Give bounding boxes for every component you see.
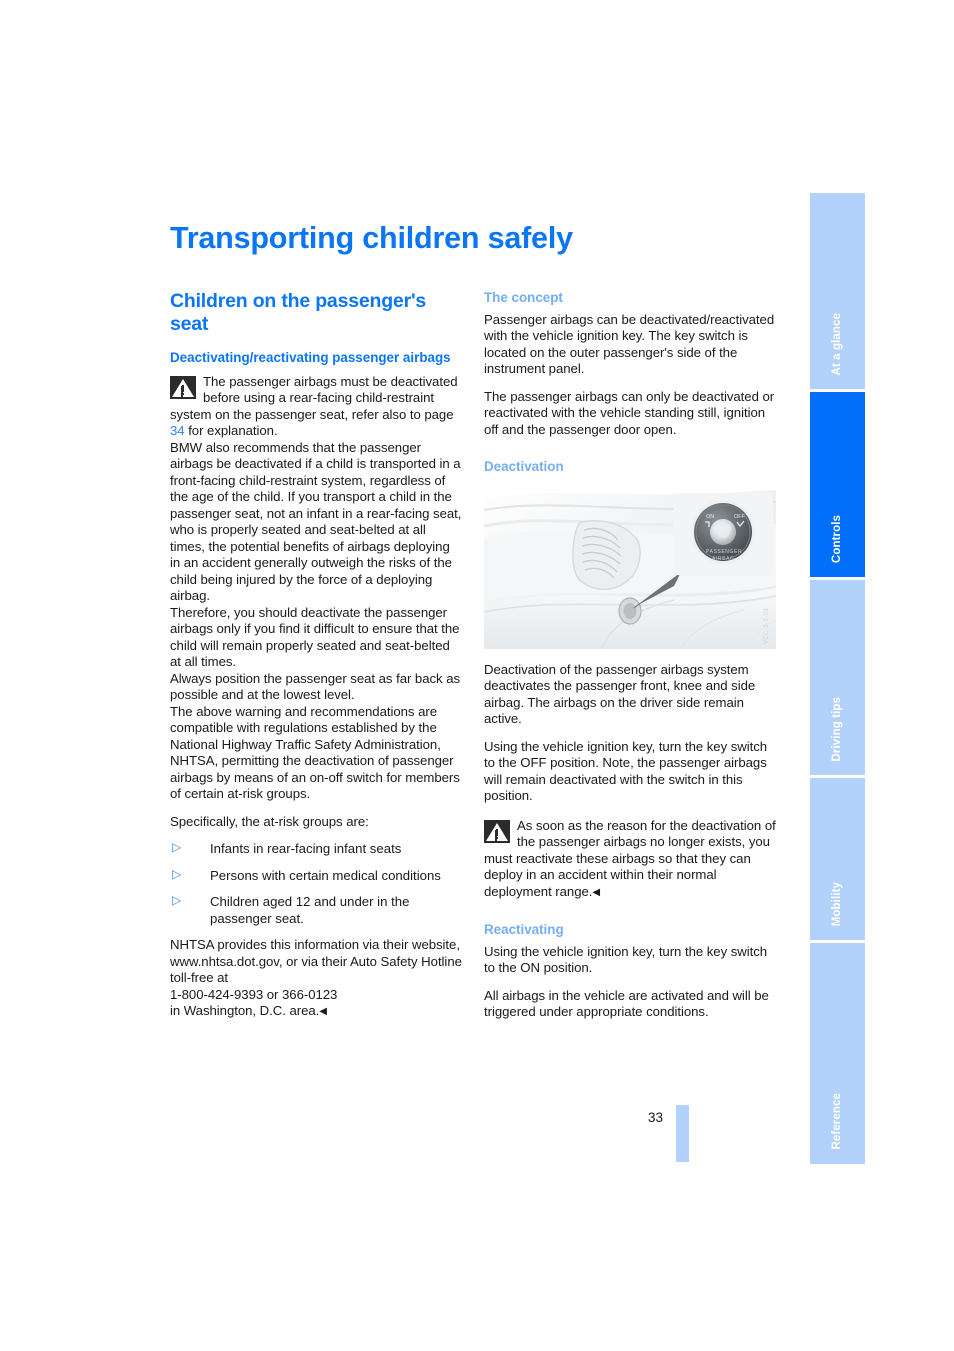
- sub-heading: Deactivating/reactivating passenger airb…: [170, 350, 451, 365]
- triangle-bullet-icon: [172, 866, 181, 882]
- list-item-label: Infants in rear-facing infant seats: [210, 841, 402, 856]
- nhtsa-phone: 1-800-424-9393 or 366-0123: [170, 986, 338, 1002]
- deactivation-heading: Deactivation: [484, 459, 564, 474]
- manual-page: Transporting children safely Children on…: [0, 0, 954, 1351]
- sidebar-item-label: Driving tips: [831, 696, 843, 761]
- concept-heading: The concept: [484, 290, 563, 305]
- warning-block-right: As soon as the reason for the deactivati…: [484, 818, 776, 902]
- instrument-panel-key-switch-illustration: ON OFF PASSENGER AIRBAG VCC-2-3-03: [484, 485, 776, 649]
- sidebar-item-at-a-glance[interactable]: At a glance: [810, 193, 865, 389]
- paragraph-nhtsa-contact: NHTSA provides this information via thei…: [170, 937, 462, 1021]
- end-mark-icon: ◀: [592, 886, 601, 898]
- at-risk-groups-list: Infants in rear-facing infant seats Pers…: [170, 839, 462, 927]
- list-intro: Specifically, the at-risk groups are:: [170, 813, 369, 829]
- svg-text:AIRBAG: AIRBAG: [712, 556, 735, 562]
- warning-text: The passenger airbags must be deactivate…: [170, 374, 462, 440]
- sidebar-item-label: At a glance: [831, 312, 843, 375]
- page-number-bar: [676, 1105, 689, 1162]
- list-item: Children aged 12 and under in the passen…: [170, 892, 462, 927]
- figure-graphic: ON OFF PASSENGER AIRBAG: [484, 485, 776, 649]
- sidebar-item-label: Reference: [831, 1093, 843, 1150]
- right-column: The concept Passenger airbags can be dea…: [484, 290, 776, 1021]
- paragraph-deactivation-2: Using the vehicle ignition key, turn the…: [484, 738, 768, 804]
- list-item-label: Persons with certain medical conditions: [210, 867, 441, 883]
- reactivating-heading: Reactivating: [484, 922, 564, 937]
- warning-text: As soon as the reason for the deactivati…: [484, 818, 776, 902]
- list-item: Infants in rear-facing infant seats: [170, 839, 462, 858]
- warning-text-part2: for explanation.: [184, 423, 278, 438]
- paragraph-concept-1: Passenger airbags can be deactivated/rea…: [484, 311, 775, 377]
- paragraph-reactivating-2: All airbags in the vehicle are activated…: [484, 987, 769, 1020]
- page-reference-link[interactable]: 34: [170, 423, 185, 438]
- svg-text:PASSENGER: PASSENGER: [706, 549, 742, 555]
- paragraph-nhtsa-regulations: The above warning and recommendations ar…: [170, 703, 460, 802]
- paragraph-reactivating-1: Using the vehicle ignition key, turn the…: [484, 943, 768, 976]
- sidebar-item-driving-tips[interactable]: Driving tips: [810, 580, 865, 775]
- warning-text-body: As soon as the reason for the deactivati…: [484, 817, 776, 899]
- warning-block-left: The passenger airbags must be deactivate…: [170, 374, 462, 440]
- sidebar-item-mobility[interactable]: Mobility: [810, 778, 865, 940]
- left-column: Children on the passenger's seat Deactiv…: [170, 290, 462, 1021]
- sidebar-item-label: Controls: [831, 514, 843, 563]
- warning-text-part1: The passenger airbags must be deactivate…: [170, 373, 458, 422]
- paragraph-therefore: Therefore, you should deactivate the pas…: [170, 604, 460, 670]
- triangle-bullet-icon: [172, 892, 181, 909]
- triangle-bullet-icon: [172, 839, 181, 856]
- nhtsa-location: in Washington, D.C. area.: [170, 1003, 320, 1018]
- svg-text:OFF: OFF: [734, 514, 746, 520]
- list-item: Persons with certain medical conditions: [170, 866, 462, 885]
- paragraph-always-position: Always position the passenger seat as fa…: [170, 670, 461, 703]
- page-number: 33: [648, 1110, 664, 1125]
- paragraph-bmw-recommends: BMW also recommends that the passenger a…: [170, 439, 462, 604]
- page-title: Transporting children safely: [170, 221, 573, 255]
- warning-triangle-icon: [484, 819, 510, 843]
- paragraph-concept-2: The passenger airbags can only be deacti…: [484, 388, 775, 437]
- sidebar-item-label: Mobility: [831, 881, 843, 926]
- list-item-label: Children aged 12 and under in the passen…: [210, 894, 410, 926]
- warning-triangle-icon: [170, 375, 196, 399]
- end-mark-icon: ◀: [319, 1006, 327, 1017]
- sidebar-item-controls[interactable]: Controls: [810, 392, 865, 577]
- side-tab-strip: At a glance Controls Driving tips Mobili…: [810, 193, 865, 1164]
- svg-text:ON: ON: [706, 514, 714, 520]
- paragraph-deactivation-1: Deactivation of the passenger airbags sy…: [484, 661, 756, 727]
- nhtsa-contact-text: NHTSA provides this information via thei…: [170, 937, 462, 985]
- figure-reference-code: VCC-2-3-03: [763, 608, 770, 645]
- sidebar-item-reference[interactable]: Reference: [810, 943, 865, 1164]
- section-heading: Children on the passenger's seat: [170, 290, 427, 335]
